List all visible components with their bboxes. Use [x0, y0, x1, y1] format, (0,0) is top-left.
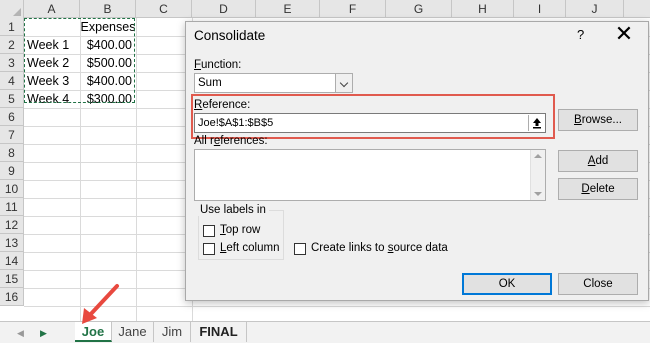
chevron-down-icon[interactable] [335, 74, 352, 92]
cell-b5[interactable]: $300.00 [80, 90, 136, 108]
add-button[interactable]: Add [558, 150, 638, 172]
cell-b4[interactable]: $400.00 [80, 72, 136, 90]
row-header-8[interactable]: 8 [0, 144, 24, 162]
column-header-row: A B C D E F G H I J [0, 0, 650, 18]
reference-label: Reference: [194, 99, 251, 111]
row-header-4[interactable]: 4 [0, 72, 24, 90]
grid-line [136, 18, 137, 321]
left-column-checkbox[interactable] [203, 243, 215, 255]
left-column-label: Left column [220, 242, 280, 254]
column-header-f[interactable]: F [320, 0, 386, 18]
row-header-7[interactable]: 7 [0, 126, 24, 144]
excel-window: A B C D E F G H I J 1 2 3 4 5 6 7 8 9 10… [0, 0, 650, 343]
function-dropdown-value: Sum [198, 77, 222, 89]
scroll-up-icon[interactable] [534, 154, 542, 158]
row-header-2[interactable]: 2 [0, 36, 24, 54]
row-header-6[interactable]: 6 [0, 108, 24, 126]
scroll-down-icon[interactable] [534, 192, 542, 196]
next-sheet-icon[interactable]: ▶ [40, 328, 47, 339]
function-label: Function: [194, 59, 242, 71]
cell-b1[interactable]: Expenses [80, 18, 136, 36]
prev-sheet-icon[interactable]: ◀ [17, 328, 24, 339]
top-row-checkbox[interactable] [203, 225, 215, 237]
consolidate-dialog: Consolidate ? ✕ Function: Sum Reference:… [185, 21, 649, 301]
create-links-label: Create links to source data [311, 242, 448, 254]
column-header-g[interactable]: G [386, 0, 452, 18]
cell-a2[interactable]: Week 1 [24, 36, 80, 54]
function-dropdown[interactable]: Sum [194, 73, 353, 93]
cell-a4[interactable]: Week 3 [24, 72, 80, 90]
annotation-arrow-icon [82, 284, 119, 324]
dialog-title: Consolidate [194, 28, 266, 43]
row-header-12[interactable]: 12 [0, 216, 24, 234]
cell-b3[interactable]: $500.00 [80, 54, 136, 72]
row-header-1[interactable]: 1 [0, 18, 24, 36]
reference-input-value: Joe!$A$1:$B$5 [198, 117, 274, 129]
all-references-list[interactable] [194, 149, 546, 201]
select-all-corner[interactable] [0, 0, 24, 18]
sheet-tab-final[interactable]: FINAL [191, 322, 247, 342]
row-header-13[interactable]: 13 [0, 234, 24, 252]
upload-arrow-icon [533, 118, 541, 129]
column-header-a[interactable]: A [24, 0, 80, 18]
sheet-tab-jim[interactable]: Jim [154, 322, 191, 342]
all-references-scrollbar[interactable] [530, 150, 545, 200]
column-header-d[interactable]: D [192, 0, 256, 18]
row-header-16[interactable]: 16 [0, 288, 24, 306]
delete-button[interactable]: Delete [558, 178, 638, 200]
row-header-3[interactable]: 3 [0, 54, 24, 72]
column-header-e[interactable]: E [256, 0, 320, 18]
reference-input[interactable]: Joe!$A$1:$B$5 [194, 113, 546, 133]
row-header-10[interactable]: 10 [0, 180, 24, 198]
create-links-checkbox[interactable] [294, 243, 306, 255]
column-header-c[interactable]: C [136, 0, 192, 18]
help-icon[interactable]: ? [577, 27, 584, 42]
row-header-11[interactable]: 11 [0, 198, 24, 216]
row-header-5[interactable]: 5 [0, 90, 24, 108]
row-header-9[interactable]: 9 [0, 162, 24, 180]
column-header-h[interactable]: H [452, 0, 514, 18]
row-header-15[interactable]: 15 [0, 270, 24, 288]
top-row-label: Top row [220, 224, 261, 236]
use-labels-title: Use labels in [197, 204, 269, 216]
column-header-i[interactable]: I [514, 0, 566, 18]
column-header-j[interactable]: J [566, 0, 624, 18]
all-references-label: All references: [194, 135, 268, 147]
row-header-14[interactable]: 14 [0, 252, 24, 270]
column-header-b[interactable]: B [80, 0, 136, 18]
collapse-dialog-icon[interactable] [528, 115, 544, 131]
browse-button[interactable]: Browse... [558, 109, 638, 131]
close-button[interactable]: Close [558, 273, 638, 295]
close-icon[interactable]: ✕ [613, 23, 635, 45]
ok-button[interactable]: OK [462, 273, 552, 295]
cell-a3[interactable]: Week 2 [24, 54, 80, 72]
cell-b2[interactable]: $400.00 [80, 36, 136, 54]
cell-a5[interactable]: Week 4 [24, 90, 80, 108]
